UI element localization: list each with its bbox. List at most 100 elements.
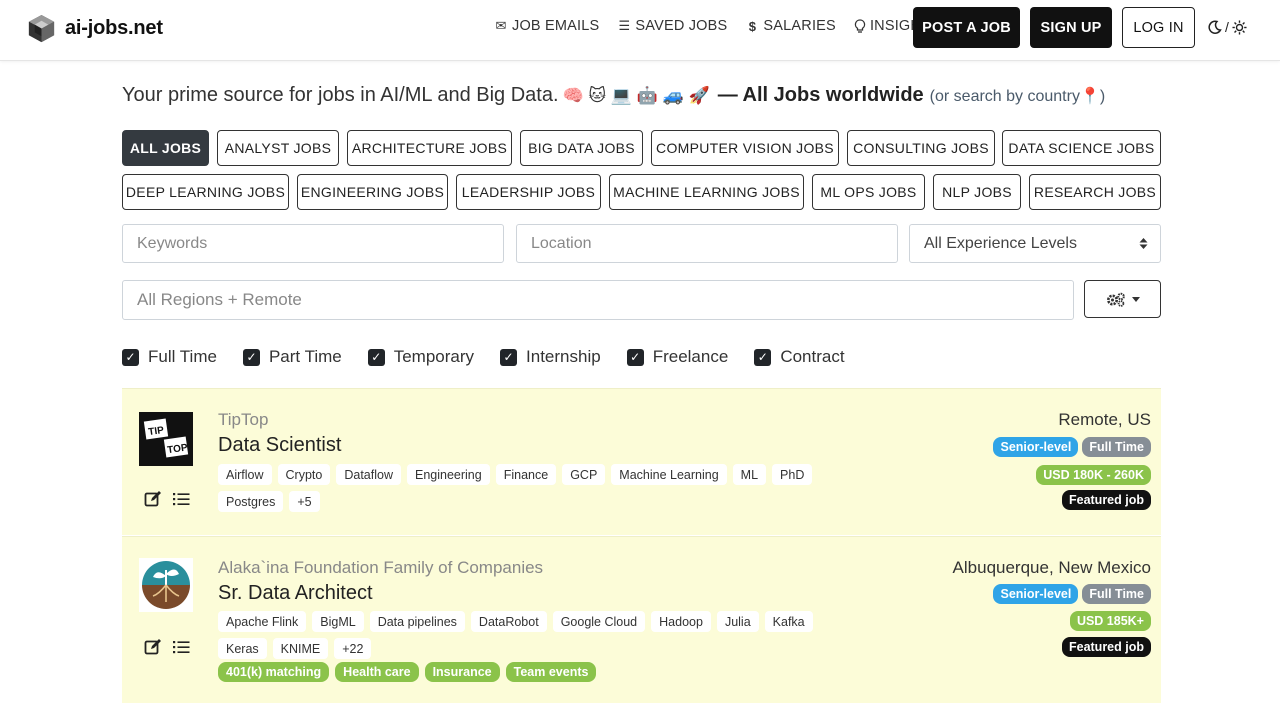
- checkbox-temporary[interactable]: ✓ Temporary: [367, 347, 475, 367]
- checkbox-full-time[interactable]: ✓ Full Time: [122, 347, 217, 367]
- keywords-input[interactable]: Keywords: [122, 224, 504, 263]
- benefit-badge: Team events: [505, 662, 597, 682]
- envelope-icon: ✉: [495, 18, 507, 33]
- top-navbar: ai-jobs.net ✉ JOB EMAILS ☰ SAVED JOBS $ …: [0, 0, 1280, 61]
- lightbulb-icon: [854, 18, 866, 33]
- nav-salaries[interactable]: $ SALARIES: [745, 18, 836, 34]
- cat-all-jobs[interactable]: ALL JOBS: [122, 130, 209, 166]
- company-name[interactable]: TipTop: [218, 410, 268, 430]
- cat-engineering-jobs[interactable]: ENGINEERING JOBS: [297, 174, 448, 210]
- checkbox-contract[interactable]: ✓ Contract: [754, 347, 845, 367]
- tag[interactable]: Finance: [495, 464, 557, 485]
- checkbox-label: Contract: [780, 347, 845, 366]
- cat-machine-learning-jobs[interactable]: MACHINE LEARNING JOBS: [609, 174, 804, 210]
- company-name[interactable]: Alaka`ina Foundation Family of Companies: [218, 558, 543, 578]
- level-badge[interactable]: Senior-level: [993, 437, 1079, 457]
- job-card[interactable]: Alaka`ina Foundation Family of Companies…: [122, 536, 1161, 703]
- salary-badge: USD 185K+: [1069, 611, 1151, 631]
- gears-icon: [1106, 292, 1125, 307]
- tagline: Your prime source for jobs in AI/ML and …: [122, 84, 1105, 107]
- tag[interactable]: Machine Learning: [611, 464, 727, 485]
- job-location: Remote, US: [1058, 410, 1151, 429]
- cat-deep-learning-jobs[interactable]: DEEP LEARNING JOBS: [122, 174, 289, 210]
- tag[interactable]: Airflow: [218, 464, 272, 485]
- tag[interactable]: Engineering: [406, 464, 490, 485]
- job-location: Albuquerque, New Mexico: [952, 558, 1151, 577]
- benefit-badge: Insurance: [424, 662, 500, 682]
- job-title[interactable]: Sr. Data Architect: [218, 582, 373, 605]
- list-icon[interactable]: [172, 638, 190, 656]
- theme-toggle[interactable]: /: [1208, 19, 1247, 35]
- cat-analyst-jobs[interactable]: ANALYST JOBS: [217, 130, 339, 166]
- cat-architecture-jobs[interactable]: ARCHITECTURE JOBS: [347, 130, 512, 166]
- regions-input[interactable]: All Regions + Remote: [122, 280, 1074, 320]
- card-actions: [144, 638, 190, 656]
- tag[interactable]: Google Cloud: [552, 611, 646, 632]
- cat-research-jobs[interactable]: RESEARCH JOBS: [1029, 174, 1161, 210]
- edit-icon[interactable]: [144, 490, 162, 508]
- tag[interactable]: Kafka: [764, 611, 813, 632]
- search-by-country-link[interactable]: (or search by country📍): [930, 86, 1106, 106]
- tag[interactable]: Julia: [716, 611, 759, 632]
- nav-links: ✉ JOB EMAILS ☰ SAVED JOBS $ SALARIES INS…: [494, 18, 940, 34]
- tag[interactable]: Postgres: [218, 491, 284, 512]
- tag[interactable]: Crypto: [277, 464, 331, 485]
- experience-select-value: All Experience Levels: [924, 234, 1077, 252]
- advanced-settings-button[interactable]: [1084, 280, 1161, 318]
- checkbox-label: Temporary: [393, 347, 475, 366]
- nav-job-emails[interactable]: ✉ JOB EMAILS: [494, 18, 599, 34]
- tag[interactable]: GCP: [562, 464, 606, 485]
- tag[interactable]: Dataflow: [336, 464, 401, 485]
- location-input[interactable]: Location: [516, 224, 898, 263]
- brand[interactable]: ai-jobs.net: [26, 12, 163, 44]
- cat-consulting-jobs[interactable]: CONSULTING JOBS: [847, 130, 995, 166]
- checkmark-icon: ✓: [754, 348, 772, 366]
- edit-icon[interactable]: [144, 638, 162, 656]
- experience-select[interactable]: All Experience Levels: [909, 224, 1161, 263]
- nav-saved-jobs-label: SAVED JOBS: [635, 18, 728, 34]
- type-badge[interactable]: Full Time: [1082, 584, 1151, 604]
- tag[interactable]: Hadoop: [651, 611, 711, 632]
- type-badge[interactable]: Full Time: [1082, 437, 1151, 457]
- log-in-button[interactable]: LOG IN: [1122, 7, 1195, 48]
- sign-up-button[interactable]: SIGN UP: [1030, 7, 1112, 48]
- tag-more[interactable]: +22: [334, 638, 372, 659]
- level-badge[interactable]: Senior-level: [993, 584, 1079, 604]
- tag[interactable]: KNIME: [272, 638, 329, 659]
- list-icon[interactable]: [172, 490, 190, 508]
- cat-leadership-jobs[interactable]: LEADERSHIP JOBS: [456, 174, 601, 210]
- nav-saved-jobs[interactable]: ☰ SAVED JOBS: [617, 18, 727, 34]
- checkbox-part-time[interactable]: ✓ Part Time: [242, 347, 342, 367]
- tag[interactable]: BigML: [312, 611, 364, 632]
- post-job-button[interactable]: POST A JOB: [913, 7, 1020, 48]
- tag-more[interactable]: +5: [289, 491, 320, 512]
- checkmark-icon: ✓: [242, 348, 260, 366]
- job-badges: Senior-level Full Time: [993, 437, 1151, 457]
- job-benefits: 401(k) matching Health care Insurance Te…: [218, 662, 878, 682]
- tag[interactable]: Apache Flink: [218, 611, 307, 632]
- checkbox-internship[interactable]: ✓ Internship: [500, 347, 601, 367]
- checkbox-label: Freelance: [652, 347, 729, 366]
- benefit-badge: Health care: [335, 662, 419, 682]
- theme-separator: /: [1225, 19, 1229, 35]
- logo-text-top: TIP: [148, 425, 165, 438]
- featured-badge: Featured job: [1061, 637, 1151, 657]
- job-type-checkboxes: ✓ Full Time ✓ Part Time ✓ Temporary ✓ Intern…: [122, 347, 871, 367]
- cat-big-data-jobs[interactable]: BIG DATA JOBS: [520, 130, 643, 166]
- job-card[interactable]: TIP TOP TipTop Data Scientist Airflow Cr…: [122, 388, 1161, 535]
- sort-arrows-icon: [1139, 238, 1148, 249]
- cat-data-science-jobs[interactable]: DATA SCIENCE JOBS: [1002, 130, 1161, 166]
- job-title[interactable]: Data Scientist: [218, 434, 341, 457]
- cat-computer-vision-jobs[interactable]: COMPUTER VISION JOBS: [651, 130, 839, 166]
- dollar-icon: $: [748, 18, 757, 34]
- tag[interactable]: Keras: [218, 638, 267, 659]
- tag[interactable]: DataRobot: [470, 611, 547, 632]
- cat-ml-ops-jobs[interactable]: ML OPS JOBS: [812, 174, 925, 210]
- tag[interactable]: PhD: [772, 464, 813, 485]
- cat-nlp-jobs[interactable]: NLP JOBS: [933, 174, 1021, 210]
- checkbox-freelance[interactable]: ✓ Freelance: [626, 347, 729, 367]
- checkmark-icon: ✓: [367, 348, 385, 366]
- tag[interactable]: ML: [732, 464, 767, 485]
- brand-logo-icon: [28, 14, 55, 42]
- tag[interactable]: Data pipelines: [369, 611, 465, 632]
